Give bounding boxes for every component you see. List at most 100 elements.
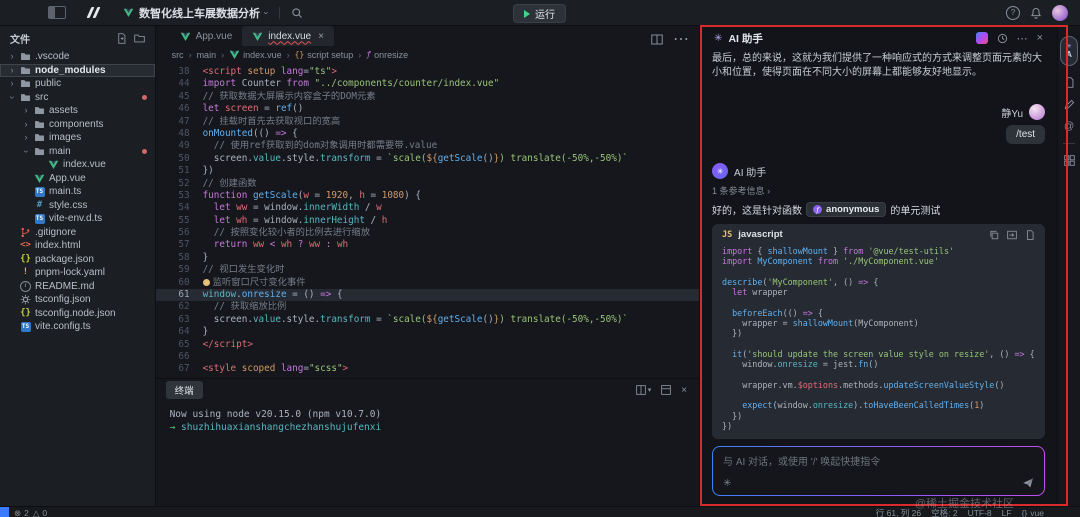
line-number: 46 [178, 103, 190, 115]
file-tree-item-images[interactable]: › images [0, 131, 155, 145]
chevron-icon[interactable]: › [8, 65, 16, 75]
terminal-tab[interactable]: 终端 [165, 381, 203, 399]
insert-code-icon[interactable] [1007, 230, 1017, 240]
send-icon[interactable] [1022, 477, 1034, 489]
file-tree-item-.vscode[interactable]: › .vscode [0, 50, 155, 64]
chat-input[interactable]: 与 AI 对话，或使用 '/' 唤起快捷指令 ✳ [713, 447, 1045, 495]
file-name: components [49, 118, 104, 130]
chevron-icon[interactable]: › [22, 147, 32, 155]
help-icon[interactable]: ? [1006, 5, 1020, 20]
file-tree-item-components[interactable]: › components [0, 118, 155, 132]
file-tree-item-vite.config.ts[interactable]: TS vite.config.ts [0, 320, 155, 334]
new-folder-icon[interactable] [133, 33, 145, 44]
search-icon[interactable] [291, 7, 303, 19]
file-tree-item-README.md[interactable]: i README.md [0, 280, 155, 294]
file-tree-item-package.json[interactable]: {} package.json [0, 253, 155, 267]
file-tree-item-node_modules[interactable]: › node_modules [0, 63, 155, 77]
file-tree-item-main.ts[interactable]: TS main.ts [0, 185, 155, 199]
code-block-content[interactable]: import { shallowMount } from '@vue/test-… [712, 242, 1045, 439]
more-icon[interactable]: ⋯ [1017, 32, 1028, 45]
split-terminal-icon[interactable]: ▾ [635, 385, 651, 395]
chevron-icon[interactable]: › [22, 133, 30, 142]
user-avatar[interactable] [1052, 4, 1068, 21]
file-name: index.vue [63, 159, 106, 171]
file-tree-item-main[interactable]: › main [0, 145, 155, 159]
warnings-indicator[interactable]: △ 0 [33, 508, 47, 517]
terminal-output[interactable]: Now using node v20.15.0 (npm v10.7.0) → s… [156, 401, 699, 506]
file-tree-item-tsconfig.json[interactable]: tsconfig.json [0, 293, 155, 307]
eol[interactable]: LF [1002, 508, 1012, 517]
language-mode[interactable]: {} vue [1022, 508, 1044, 517]
chevron-icon[interactable]: › [22, 119, 30, 129]
file-tree-item-src[interactable]: › src [0, 91, 155, 105]
tab-app-vue[interactable]: App.vue [170, 26, 243, 46]
pen-icon[interactable] [1064, 99, 1075, 110]
marscode-logo-icon[interactable] [86, 7, 101, 18]
grid-icon[interactable] [1063, 155, 1075, 166]
close-panel-icon[interactable]: × [681, 385, 687, 396]
errors-indicator[interactable]: ⊗ 2 [14, 508, 29, 517]
close-tab-icon[interactable]: × [318, 31, 324, 42]
chevron-icon[interactable]: › [8, 93, 18, 101]
terminal-line: Now using node v20.15.0 (npm v10.7.0) [169, 409, 382, 420]
file-tree-item-vite-env.d.ts[interactable]: TS vite-env.d.ts [0, 212, 155, 226]
breadcrumb-item[interactable]: {} script setup [295, 50, 354, 60]
right-activity-bar: ✳ A @ [1057, 26, 1080, 506]
breadcrumb-item[interactable]: src [172, 50, 184, 60]
chevron-icon[interactable]: › [8, 79, 16, 88]
close-ai-panel-icon[interactable]: × [1037, 32, 1043, 44]
ai-assistant-icon[interactable]: ✳ A [1060, 36, 1079, 66]
file-tree-item-tsconfig.node.json[interactable]: {} tsconfig.node.json [0, 307, 155, 321]
code-editor[interactable]: 38 <script setup lang="ts"> 44 import Count… [155, 63, 700, 378]
maximize-panel-icon[interactable] [661, 385, 672, 395]
model-icon[interactable] [975, 32, 988, 44]
chevron-icon[interactable]: › [8, 52, 16, 61]
bell-icon[interactable] [1030, 7, 1042, 19]
reference-toggle[interactable]: 1 条参考信息 › [712, 184, 1045, 197]
toggle-sidebar-icon[interactable] [48, 6, 66, 19]
project-switcher[interactable]: 数智化线上车展数据分析 › [123, 5, 272, 21]
run-button[interactable]: 运行 [513, 4, 566, 23]
file-tree-item-index.html[interactable]: <> index.html [0, 239, 155, 253]
breadcrumb-item[interactable]: index.vue [229, 49, 282, 60]
file-tree-item-public[interactable]: › public [0, 77, 155, 91]
split-editor-icon[interactable] [651, 34, 663, 45]
line-number: 63 [178, 313, 190, 325]
js-icon: JS [722, 229, 733, 240]
file-name: assets [49, 105, 78, 117]
chevron-icon[interactable]: › [22, 106, 30, 115]
function-badge[interactable]: f anonymous [806, 202, 887, 217]
cursor-position[interactable]: 行 61, 列 26 [876, 507, 921, 517]
lightbulb-icon[interactable] [202, 278, 210, 286]
terminal-line: → shuzhihuaxianshangchezhanshujufenxi [169, 421, 382, 433]
breadcrumb-item[interactable]: ƒ onresize [366, 50, 408, 60]
indentation[interactable]: 空格: 2 [931, 507, 957, 517]
file-tree-item-.gitignore[interactable]: .gitignore [0, 226, 155, 240]
document-icon[interactable] [1064, 77, 1075, 88]
code-line: 52// 创建函数 [156, 178, 699, 190]
code-line: wrapper.vm.$options.methods.updateScreen… [722, 379, 1005, 390]
more-actions-icon[interactable]: ⋯ [673, 29, 689, 49]
mention-icon[interactable]: @ [1064, 121, 1074, 132]
breadcrumb-item[interactable]: main [197, 50, 217, 60]
new-file-icon[interactable] [116, 32, 127, 44]
file-tree-item-pnpm-lock.yaml[interactable]: ! pnpm-lock.yaml [0, 266, 155, 280]
tab-index-vue[interactable]: index.vue × [242, 26, 334, 46]
file-name: tsconfig.json [35, 294, 91, 306]
file-tree-item-style.css[interactable]: # style.css [0, 199, 155, 213]
prompt-sparkle-icon[interactable]: ✳ [723, 478, 731, 489]
file-name: src [35, 91, 49, 103]
file-tree-item-App.vue[interactable]: App.vue [0, 172, 155, 186]
yaml-icon: ! [22, 267, 29, 278]
code-line: beforeEach(() => { [722, 307, 823, 318]
remote-indicator[interactable] [0, 507, 9, 517]
file-name: App.vue [49, 172, 86, 184]
history-icon[interactable] [997, 33, 1008, 44]
encoding[interactable]: UTF-8 [968, 508, 992, 517]
file-tree-item-assets[interactable]: › assets [0, 104, 155, 118]
copy-code-icon[interactable] [989, 230, 999, 240]
breadcrumb-separator: › [188, 49, 192, 60]
file-tree-item-index.vue[interactable]: index.vue [0, 158, 155, 172]
code-line: 54 let ww = window.innerWidth / w [156, 202, 699, 214]
new-file-code-icon[interactable] [1025, 229, 1035, 240]
